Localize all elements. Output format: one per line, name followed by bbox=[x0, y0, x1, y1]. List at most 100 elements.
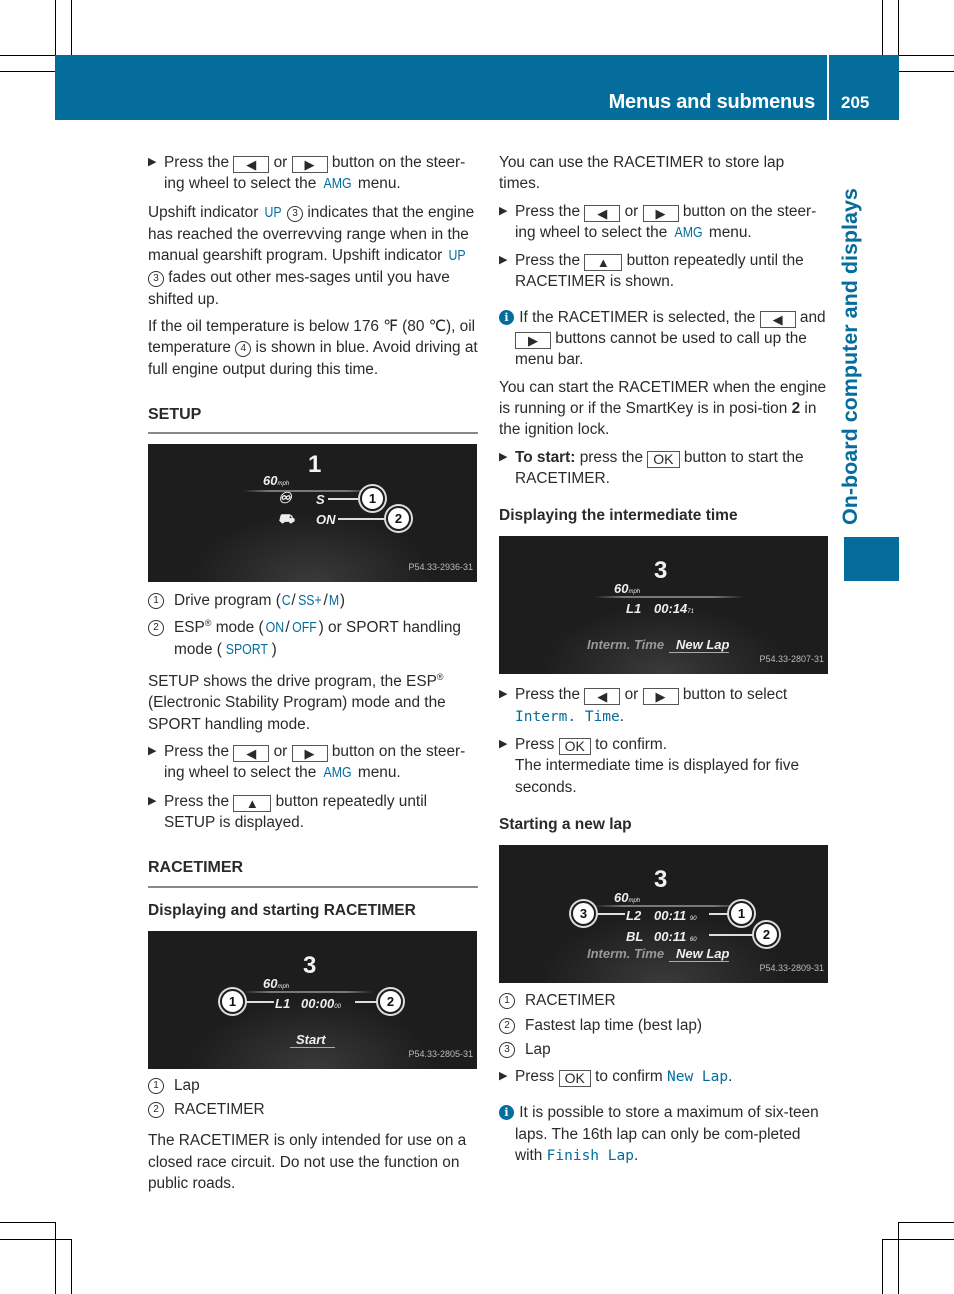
left-button-key: ◀ bbox=[233, 156, 270, 173]
speed-unit: mph bbox=[628, 898, 641, 905]
esp-mode-value: ON bbox=[316, 512, 336, 528]
callout-2: 2 bbox=[378, 988, 403, 1014]
speed-unit: mph bbox=[277, 481, 290, 488]
crop-mark bbox=[899, 1222, 954, 1223]
text: ) bbox=[339, 592, 345, 610]
callout-number: 2 bbox=[148, 619, 164, 636]
callout-number: 2 bbox=[499, 1017, 515, 1034]
info-note: i If the RACETIMER is selected, the ◀ an… bbox=[499, 307, 829, 371]
racetimer-warning: The RACETIMER is only intended for use o… bbox=[148, 1132, 467, 1193]
text: . bbox=[633, 1147, 639, 1165]
text: You can start the RACETIMER when the eng… bbox=[499, 378, 827, 417]
time-hundredths: 71 bbox=[687, 609, 694, 616]
time-value: 00:14 bbox=[654, 601, 688, 617]
left-column: ▶ Press the ◀ or ▶ button on the steer-i… bbox=[148, 152, 478, 1194]
crop-mark bbox=[898, 0, 899, 55]
legend-item: 1 RACETIMER bbox=[499, 990, 829, 1011]
step-text: Press bbox=[515, 1068, 555, 1086]
step-text: or bbox=[624, 686, 639, 704]
text: (Electronic Stability Program) mode and … bbox=[148, 694, 446, 733]
crop-mark bbox=[71, 0, 72, 55]
crop-mark bbox=[0, 1239, 71, 1240]
step-arrow-icon: ▶ bbox=[499, 254, 508, 267]
time-hundredths: 90 bbox=[689, 916, 697, 923]
left-button-key: ◀ bbox=[584, 204, 621, 222]
callout-leader bbox=[328, 498, 358, 501]
instruction-step: ▶ Press the ▲ button repeatedly until SE… bbox=[148, 791, 478, 834]
header-divider bbox=[827, 55, 829, 120]
right-button-key: ▶ bbox=[642, 688, 679, 706]
selection-underline bbox=[669, 961, 729, 963]
text: and bbox=[799, 308, 826, 326]
speed-value: 60 bbox=[614, 581, 629, 597]
callout-number: 3 bbox=[287, 205, 304, 222]
text: mode ( bbox=[211, 618, 264, 636]
instruction-step: ▶ Press the ▲ button repeatedly until th… bbox=[499, 250, 829, 293]
crop-mark bbox=[882, 0, 883, 55]
callout-number: 1 bbox=[148, 1077, 164, 1094]
up-button-key: ▲ bbox=[584, 254, 623, 272]
display-term: UP bbox=[264, 204, 282, 221]
step-text: . bbox=[619, 707, 625, 725]
speed-unit: mph bbox=[277, 983, 290, 990]
oil-paragraph: If the oil temperature is below 176 ℉ (8… bbox=[148, 316, 478, 380]
gear-indicator: 1 bbox=[308, 451, 322, 479]
section-title: Menus and submenus bbox=[608, 91, 816, 113]
instruction-step: ▶ Press OK to confirm New Lap. bbox=[499, 1066, 829, 1088]
step-arrow-icon: ▶ bbox=[499, 450, 508, 463]
left-button-key: ◀ bbox=[233, 745, 270, 763]
left-button-key: ◀ bbox=[759, 310, 796, 328]
callout-leader bbox=[597, 913, 625, 916]
callout-1: 1 bbox=[360, 486, 385, 512]
section-heading-setup: SETUP bbox=[148, 404, 478, 435]
step-text: Press the bbox=[164, 154, 230, 171]
speed-value: 60 bbox=[263, 473, 278, 489]
text: Drive program ( bbox=[174, 592, 281, 610]
step-arrow-icon: ▶ bbox=[499, 688, 508, 701]
callout-leader bbox=[709, 934, 754, 937]
display-term: Interm. Time bbox=[515, 708, 620, 725]
speed-value: 60 bbox=[614, 890, 629, 906]
instruction-step: ▶ Press the ◀ or ▶ button on the steer-i… bbox=[148, 152, 478, 196]
image-reference: P54.33-2805-31 bbox=[408, 1048, 473, 1059]
crop-mark bbox=[899, 71, 954, 72]
step-text: menu. bbox=[357, 764, 401, 782]
step-text: Press the bbox=[164, 792, 230, 810]
menu-name: AMG bbox=[323, 765, 352, 782]
step-arrow-icon: ▶ bbox=[499, 1070, 508, 1083]
side-tab: On-board computer and displays bbox=[838, 170, 872, 530]
right-button-key: ▶ bbox=[515, 332, 551, 350]
step-text: Press the bbox=[515, 252, 581, 270]
step-text: Press the bbox=[515, 202, 581, 220]
callout-leader bbox=[709, 913, 729, 916]
step-result: The intermediate time is displayed for f… bbox=[515, 757, 799, 796]
step-text: to confirm bbox=[595, 1068, 663, 1086]
menu-name: AMG bbox=[323, 176, 352, 193]
instruction-step: ▶ Press the ◀ or ▶ button on the steer-i… bbox=[499, 201, 829, 245]
instruction-step: ▶ To start: press the OK button to start… bbox=[499, 447, 829, 490]
time-value: 00:00 bbox=[301, 995, 335, 1011]
step-text: Press the bbox=[164, 743, 230, 761]
text: RACETIMER bbox=[174, 1101, 265, 1119]
subheading: Displaying the intermediate time bbox=[499, 507, 738, 525]
step-text: or bbox=[273, 154, 288, 171]
crop-mark bbox=[882, 1239, 883, 1294]
legend-item: 2 RACETIMER bbox=[148, 1099, 478, 1120]
text: fades out other mes-sages until you have… bbox=[148, 269, 450, 308]
callout-number: 1 bbox=[499, 993, 515, 1010]
time-value: 00:11 bbox=[654, 908, 687, 924]
step-label: To start: bbox=[515, 448, 576, 466]
callout-1: 1 bbox=[220, 988, 245, 1014]
display-term: OFF bbox=[291, 619, 317, 636]
callout-number: 3 bbox=[499, 1041, 515, 1058]
step-text: press the bbox=[579, 448, 644, 466]
page-number: 205 bbox=[841, 93, 870, 112]
step-arrow-icon: ▶ bbox=[499, 738, 508, 751]
step-text: button to select bbox=[682, 686, 788, 704]
step-text: . bbox=[728, 1068, 733, 1086]
step-text: Press bbox=[515, 736, 555, 754]
crop-mark bbox=[0, 55, 55, 56]
callout-number: 4 bbox=[235, 341, 252, 358]
crop-mark bbox=[882, 1239, 954, 1240]
ok-button-key: OK bbox=[558, 1070, 591, 1088]
